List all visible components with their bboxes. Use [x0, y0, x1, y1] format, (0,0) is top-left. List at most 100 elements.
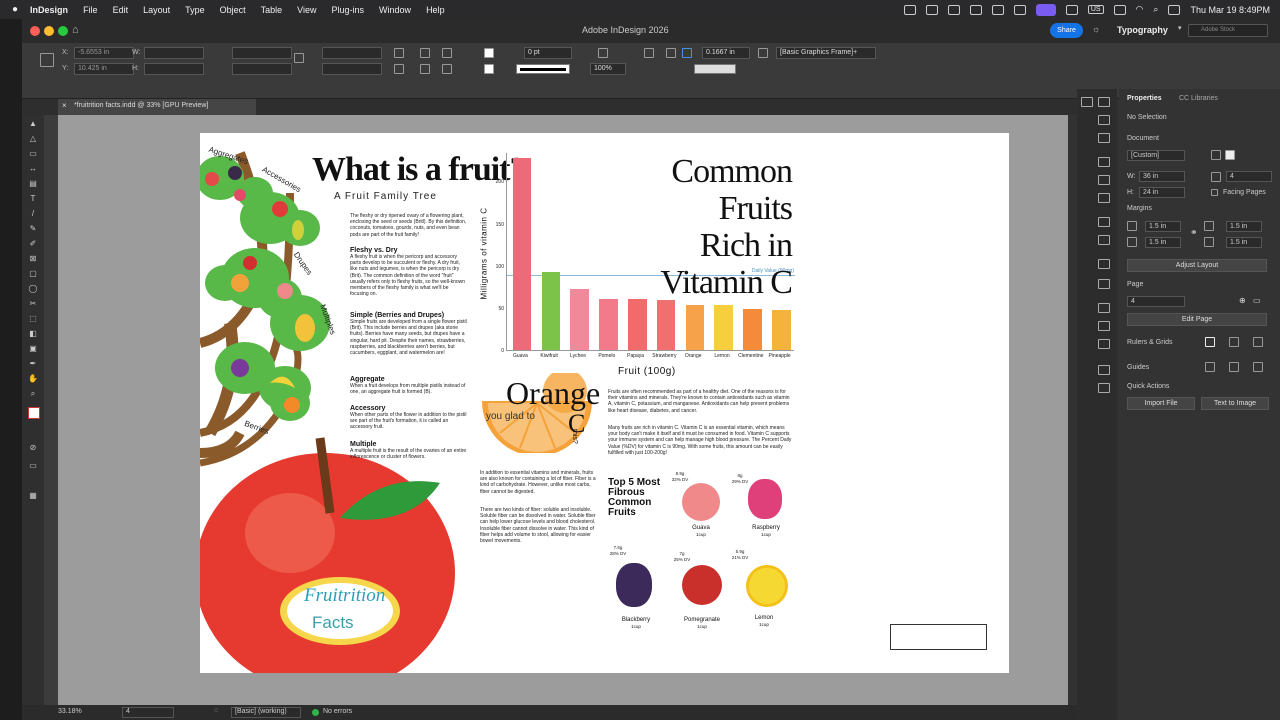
fill-stroke-swatch-icon[interactable]: [28, 407, 40, 419]
landscape-icon[interactable]: [1225, 150, 1235, 160]
document-preset-select[interactable]: [Custom]: [1127, 150, 1185, 161]
menu-plugins[interactable]: Plug-ins: [332, 5, 365, 15]
rotation-field[interactable]: [322, 47, 382, 59]
vertical-ruler[interactable]: [44, 123, 58, 705]
swatches-panel-icon[interactable]: [1098, 217, 1110, 227]
import-file-button[interactable]: Import File: [1127, 397, 1195, 410]
menu-help[interactable]: Help: [426, 5, 445, 15]
stock-search-input[interactable]: Adobe Stock: [1188, 24, 1268, 37]
zoom-level[interactable]: 33.18%: [58, 708, 82, 715]
layers-panel-icon[interactable]: [1098, 115, 1110, 125]
delete-page-icon[interactable]: ▭: [1253, 296, 1261, 305]
rectangle-tool-icon[interactable]: ▢: [28, 269, 38, 278]
eyedropper-tool-icon[interactable]: ✒: [28, 359, 38, 368]
pages-panel-icon[interactable]: [1098, 97, 1110, 107]
paragraph-styles-icon[interactable]: [1098, 303, 1110, 313]
frame-fitting-select[interactable]: [694, 64, 736, 74]
tab-cc-libraries[interactable]: CC Libraries: [1179, 95, 1218, 102]
ellipse-tool-icon[interactable]: ◯: [28, 284, 38, 293]
auto-fit-icon[interactable]: [682, 48, 692, 58]
w-field[interactable]: [144, 47, 204, 59]
y-field[interactable]: 10.425 in: [74, 63, 134, 75]
margin-top-field[interactable]: 1.5 in: [1145, 221, 1181, 232]
type-panel-icon[interactable]: [1098, 365, 1110, 375]
apple-icon[interactable]: ●: [12, 4, 18, 15]
h-field[interactable]: [144, 63, 204, 75]
pencil-tool-icon[interactable]: ✐: [28, 239, 38, 248]
menu-type[interactable]: Type: [185, 5, 205, 15]
flip-horizontal-icon[interactable]: [394, 48, 404, 58]
scissors-tool-icon[interactable]: ✂: [28, 299, 38, 308]
note-tool-icon[interactable]: ▣: [28, 344, 38, 353]
reference-point-icon[interactable]: [40, 53, 54, 67]
menu-edit[interactable]: Edit: [113, 5, 129, 15]
align-icon[interactable]: [644, 48, 654, 58]
ruler-toggle-icon[interactable]: [1205, 337, 1215, 347]
table-panel-icon[interactable]: [1098, 383, 1110, 393]
fx-icon[interactable]: [598, 48, 608, 58]
play-icon[interactable]: [1013, 4, 1026, 15]
control-center-icon[interactable]: [1168, 4, 1181, 15]
status-icon[interactable]: [903, 4, 916, 15]
cloud-icon[interactable]: [969, 4, 982, 15]
close-tab-icon[interactable]: ×: [62, 101, 67, 110]
opacity-field[interactable]: 100%: [590, 63, 626, 75]
x-field[interactable]: -5.6553 in: [74, 47, 134, 59]
height-field[interactable]: 24 in: [1139, 187, 1185, 198]
object-style-select[interactable]: [Basic Graphics Frame]+: [776, 47, 876, 59]
line-tool-icon[interactable]: /: [28, 209, 38, 218]
stroke-swatch-icon[interactable]: [484, 64, 494, 74]
gap-tool-icon[interactable]: ↔: [28, 164, 38, 173]
text-wrap-icon[interactable]: [666, 48, 676, 58]
search-icon[interactable]: ⌕: [1153, 4, 1158, 15]
input-source[interactable]: US: [1087, 5, 1104, 14]
document-page[interactable]: Aggregates Accessories Drupes Multiples …: [200, 133, 1009, 673]
scale-y-field[interactable]: [232, 63, 292, 75]
baseline-grid-icon[interactable]: [1229, 337, 1239, 347]
workspace-switcher[interactable]: Typography: [1117, 25, 1168, 35]
scale-x-field[interactable]: [232, 47, 292, 59]
margin-right-field[interactable]: 1.5 in: [1226, 237, 1262, 248]
fill-swatch-icon[interactable]: [484, 48, 494, 58]
edit-page-button[interactable]: Edit Page: [1127, 313, 1267, 326]
gradient-tool-icon[interactable]: ◧: [28, 329, 38, 338]
zoom-button[interactable]: [58, 26, 68, 36]
frame-style-icon[interactable]: [758, 48, 768, 58]
pages-count-field[interactable]: 4: [1226, 171, 1272, 182]
adjust-layout-button[interactable]: Adjust Layout: [1127, 259, 1267, 272]
minimize-button[interactable]: [44, 26, 54, 36]
menu-view[interactable]: View: [297, 5, 316, 15]
effects-panel-icon[interactable]: [1098, 279, 1110, 289]
page-tool-icon[interactable]: ▭: [28, 149, 38, 158]
facing-pages-checkbox[interactable]: [1211, 189, 1218, 196]
menu-app-name[interactable]: InDesign: [30, 5, 68, 15]
screen-mode-icon[interactable]: ▭: [28, 461, 38, 470]
select-previous-icon[interactable]: [442, 48, 452, 58]
record-icon[interactable]: [991, 4, 1004, 15]
clock[interactable]: Thu Mar 19 8:49PM: [1190, 5, 1270, 15]
preflight-profile[interactable]: [Basic] (working): [231, 707, 301, 718]
constrain-link-icon[interactable]: [294, 53, 304, 63]
margin-left-field[interactable]: 1.5 in: [1226, 221, 1262, 232]
menu-object[interactable]: Object: [220, 5, 246, 15]
character-styles-icon[interactable]: [1098, 193, 1110, 203]
hand-tool-icon[interactable]: ✋: [28, 374, 38, 383]
stroke-type-select[interactable]: [516, 64, 570, 74]
document-grid-icon[interactable]: [1253, 337, 1263, 347]
direct-selection-tool-icon[interactable]: △: [28, 134, 38, 143]
empty-graphic-frame[interactable]: [890, 624, 987, 650]
object-styles-icon[interactable]: [1098, 339, 1110, 349]
portrait-icon[interactable]: [1211, 150, 1221, 160]
collapse-panels-icon[interactable]: [1081, 97, 1093, 107]
transform-tool-icon[interactable]: ⬚: [28, 314, 38, 323]
lightbulb-icon[interactable]: ☼: [1092, 24, 1100, 34]
gpu-preview-icon[interactable]: ▦: [28, 491, 38, 500]
links-panel-icon[interactable]: [1098, 133, 1110, 143]
width-field[interactable]: 36 in: [1139, 171, 1185, 182]
selection-tool-icon[interactable]: ▲: [28, 119, 38, 128]
content-collector-icon[interactable]: ▤: [28, 179, 38, 188]
pen-tool-icon[interactable]: ✎: [28, 224, 38, 233]
wifi-icon[interactable]: ◠: [1136, 4, 1144, 15]
character-panel-icon[interactable]: [1098, 157, 1110, 167]
shear-field[interactable]: [322, 63, 382, 75]
